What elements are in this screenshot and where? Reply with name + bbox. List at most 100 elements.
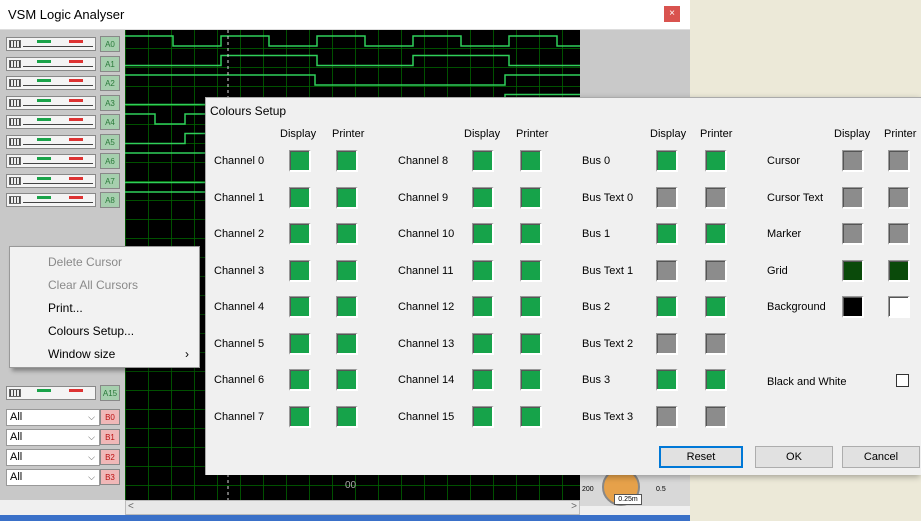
printer-colour-swatch[interactable] bbox=[705, 369, 727, 391]
printer-colour-swatch[interactable] bbox=[520, 259, 542, 282]
slider-grip-icon[interactable] bbox=[9, 137, 21, 146]
printer-colour-swatch[interactable] bbox=[705, 259, 727, 282]
slider-track bbox=[23, 46, 93, 47]
display-colour-swatch[interactable] bbox=[656, 150, 678, 172]
black-and-white-checkbox[interactable] bbox=[896, 374, 909, 387]
colour-row-label: Channel 11 bbox=[398, 264, 454, 277]
display-colour-swatch[interactable] bbox=[656, 369, 678, 391]
slider-grip-icon[interactable] bbox=[9, 157, 21, 165]
printer-colour-swatch[interactable] bbox=[336, 296, 358, 318]
display-colour-swatch[interactable] bbox=[472, 332, 494, 355]
bus-select-dropdown[interactable]: All ⌵ bbox=[6, 409, 100, 426]
channel-slider[interactable] bbox=[6, 154, 96, 168]
display-colour-swatch[interactable] bbox=[289, 186, 311, 209]
slider-track bbox=[23, 143, 93, 145]
channel-slider[interactable] bbox=[6, 193, 96, 207]
display-colour-swatch[interactable] bbox=[472, 186, 494, 209]
channel-slider[interactable] bbox=[6, 173, 96, 188]
slider-grip-icon[interactable] bbox=[9, 389, 21, 397]
channel-slider[interactable] bbox=[6, 115, 96, 129]
scroll-left-icon[interactable]: < bbox=[128, 501, 134, 512]
printer-colour-swatch[interactable] bbox=[888, 150, 910, 172]
channel-slider[interactable] bbox=[6, 56, 96, 71]
bus-select-dropdown[interactable]: All ⌵ bbox=[6, 429, 100, 446]
display-colour-swatch[interactable] bbox=[842, 186, 864, 209]
bus-select-dropdown[interactable]: All ⌵ bbox=[6, 449, 100, 466]
display-colour-swatch[interactable] bbox=[656, 405, 678, 428]
ok-button[interactable]: OK bbox=[755, 446, 833, 468]
menu-item-window-size[interactable]: Window size › bbox=[10, 343, 199, 366]
bus-label: B0 bbox=[100, 409, 120, 425]
printer-colour-swatch[interactable] bbox=[888, 259, 910, 282]
printer-colour-swatch[interactable] bbox=[520, 369, 542, 391]
display-colour-swatch[interactable] bbox=[289, 223, 311, 245]
printer-colour-swatch[interactable] bbox=[888, 296, 910, 318]
reset-button[interactable]: Reset bbox=[659, 446, 743, 468]
channel-slider[interactable] bbox=[6, 95, 96, 110]
horizontal-scrollbar[interactable]: < > bbox=[125, 500, 580, 515]
printer-colour-swatch[interactable] bbox=[520, 332, 542, 355]
slider-grip-icon[interactable] bbox=[9, 59, 21, 68]
printer-colour-swatch[interactable] bbox=[705, 186, 727, 209]
display-colour-swatch[interactable] bbox=[842, 223, 864, 245]
printer-colour-swatch[interactable] bbox=[336, 259, 358, 282]
colour-row-label: Channel 1 bbox=[214, 191, 265, 204]
channel-label: A1 bbox=[100, 55, 120, 72]
slider-grip-icon[interactable] bbox=[9, 118, 21, 126]
printer-colour-swatch[interactable] bbox=[705, 223, 727, 245]
display-colour-swatch[interactable] bbox=[289, 150, 311, 172]
menu-item-print[interactable]: Print... bbox=[10, 297, 199, 320]
display-colour-swatch[interactable] bbox=[656, 332, 678, 355]
printer-colour-swatch[interactable] bbox=[520, 150, 542, 172]
printer-colour-swatch[interactable] bbox=[336, 150, 358, 172]
printer-colour-swatch[interactable] bbox=[888, 223, 910, 245]
printer-colour-swatch[interactable] bbox=[336, 186, 358, 209]
printer-colour-swatch[interactable] bbox=[520, 296, 542, 318]
display-colour-swatch[interactable] bbox=[656, 186, 678, 209]
channel-slider[interactable] bbox=[6, 37, 96, 51]
close-button[interactable]: × bbox=[664, 6, 680, 22]
display-colour-swatch[interactable] bbox=[842, 259, 864, 282]
printer-colour-swatch[interactable] bbox=[705, 150, 727, 172]
printer-colour-swatch[interactable] bbox=[336, 332, 358, 355]
display-colour-swatch[interactable] bbox=[472, 259, 494, 282]
display-colour-swatch[interactable] bbox=[472, 150, 494, 172]
slider-grip-icon[interactable] bbox=[9, 98, 21, 107]
printer-colour-swatch[interactable] bbox=[888, 186, 910, 209]
channel-slider[interactable] bbox=[6, 386, 96, 400]
display-colour-swatch[interactable] bbox=[472, 296, 494, 318]
display-colour-swatch[interactable] bbox=[289, 332, 311, 355]
display-colour-swatch[interactable] bbox=[472, 405, 494, 428]
display-colour-swatch[interactable] bbox=[289, 259, 311, 282]
slider-grip-icon[interactable] bbox=[9, 196, 21, 204]
printer-colour-swatch[interactable] bbox=[520, 405, 542, 428]
display-colour-swatch[interactable] bbox=[289, 369, 311, 391]
printer-colour-swatch[interactable] bbox=[520, 223, 542, 245]
timebase-value-2: 200 bbox=[582, 486, 594, 493]
channel-slider[interactable] bbox=[6, 134, 96, 149]
display-colour-swatch[interactable] bbox=[656, 259, 678, 282]
display-colour-swatch[interactable] bbox=[842, 150, 864, 172]
printer-colour-swatch[interactable] bbox=[520, 186, 542, 209]
display-colour-swatch[interactable] bbox=[842, 296, 864, 318]
channel-slider[interactable] bbox=[6, 76, 96, 90]
display-colour-swatch[interactable] bbox=[656, 223, 678, 245]
slider-grip-icon[interactable] bbox=[9, 176, 21, 185]
printer-colour-swatch[interactable] bbox=[336, 369, 358, 391]
printer-colour-swatch[interactable] bbox=[336, 223, 358, 245]
bus-select-dropdown[interactable]: All ⌵ bbox=[6, 469, 100, 486]
display-colour-swatch[interactable] bbox=[472, 369, 494, 391]
cancel-button[interactable]: Cancel bbox=[842, 446, 920, 468]
printer-colour-swatch[interactable] bbox=[705, 332, 727, 355]
display-colour-swatch[interactable] bbox=[656, 296, 678, 318]
display-colour-swatch[interactable] bbox=[289, 296, 311, 318]
display-colour-swatch[interactable] bbox=[472, 223, 494, 245]
printer-colour-swatch[interactable] bbox=[705, 296, 727, 318]
menu-item-colours-setup[interactable]: Colours Setup... bbox=[10, 320, 199, 343]
slider-grip-icon[interactable] bbox=[9, 40, 21, 48]
printer-colour-swatch[interactable] bbox=[705, 405, 727, 428]
display-colour-swatch[interactable] bbox=[289, 405, 311, 428]
slider-grip-icon[interactable] bbox=[9, 79, 21, 87]
printer-colour-swatch[interactable] bbox=[336, 405, 358, 428]
scroll-right-icon[interactable]: > bbox=[571, 501, 577, 512]
